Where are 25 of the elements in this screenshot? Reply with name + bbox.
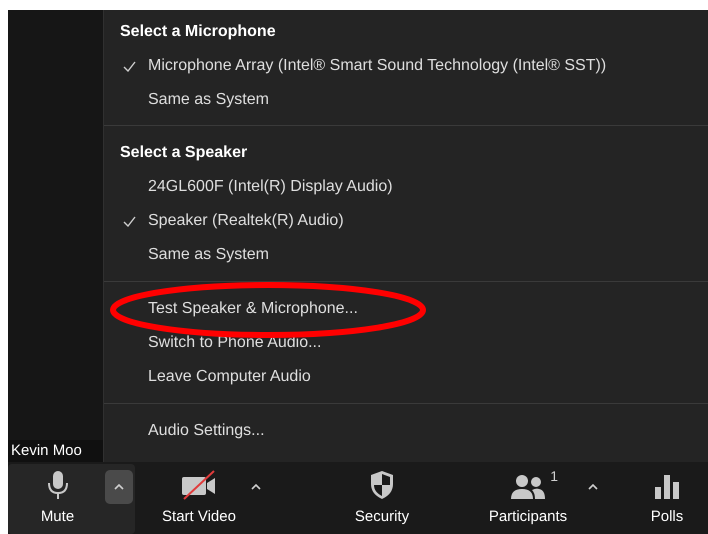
video-button[interactable]: Start Video <box>152 464 246 534</box>
people-icon <box>510 474 546 500</box>
caret-icon <box>251 484 261 490</box>
participant-count: 1 <box>550 466 558 486</box>
bar-chart-icon <box>654 474 680 500</box>
shield-icon <box>369 470 395 500</box>
menu-item[interactable]: Leave Computer Audio <box>148 365 311 389</box>
participants-button[interactable]: 1 Participants <box>473 464 583 534</box>
security-button[interactable]: Security <box>327 464 437 534</box>
section-header: Select a Microphone <box>119 22 277 42</box>
menu-item[interactable]: Audio Settings... <box>148 419 265 443</box>
options-caret-button[interactable] <box>105 470 133 504</box>
caret-icon <box>588 484 598 490</box>
mute-button[interactable]: Mute <box>10 464 105 534</box>
participant-name: Kevin Moo <box>8 440 103 462</box>
menu-item[interactable]: Speaker (Realtek(R) Audio) <box>148 209 344 233</box>
section-header: Select a Speaker <box>119 143 248 163</box>
menu-item[interactable]: Same as System <box>148 88 269 112</box>
menu-item[interactable]: 24GL600F (Intel(R) Display Audio) <box>148 175 393 199</box>
menu-item[interactable]: Microphone Array (Intel® Smart Sound Technology (Intel® SST)) <box>148 54 606 78</box>
microphone-icon <box>46 470 68 500</box>
camera-off-icon <box>180 470 218 500</box>
polls-button[interactable]: Polls <box>627 464 707 534</box>
caret-icon <box>114 484 124 490</box>
menu-item[interactable]: Same as System <box>148 243 269 267</box>
